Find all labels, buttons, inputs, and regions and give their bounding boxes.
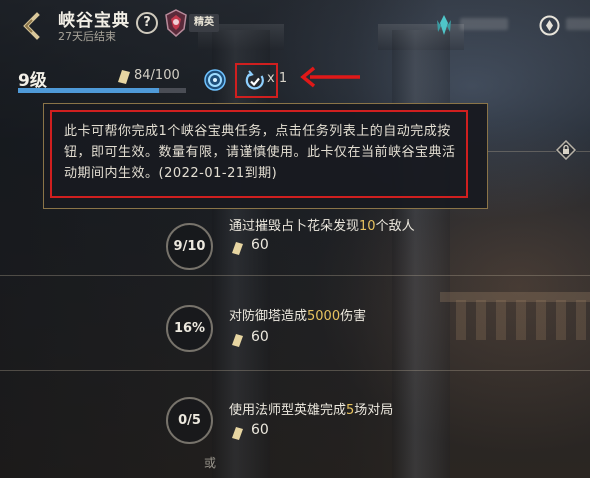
header-bar: 峡谷宝典 27天后结束 ? 精英 (0, 0, 590, 52)
task-description: 对防御塔造成5000伤害 (229, 309, 367, 324)
xp-token-icon (232, 332, 243, 347)
divider (488, 151, 556, 152)
task-reward: 60 (251, 329, 269, 345)
task-progress-ring: 0/5 (166, 397, 213, 444)
or-separator: 或 (204, 456, 217, 470)
divider (576, 151, 590, 152)
coin-icon (539, 15, 560, 36)
auto-complete-card-icon (244, 70, 266, 92)
buff-icon[interactable] (204, 69, 226, 91)
level-progress-bar (18, 88, 186, 93)
task-reward: 60 (251, 237, 269, 253)
level-progress-fill (18, 88, 160, 93)
page-subtitle: 27天后结束 (58, 30, 116, 43)
task-row[interactable]: 9/10 通过摧毁占卜花朵发现10个敌人 60 (0, 210, 590, 300)
rank-emblem-icon (164, 9, 188, 37)
xp-token-icon (118, 69, 130, 84)
red-arrow-icon (300, 66, 362, 88)
xp-token-icon (232, 240, 243, 255)
task-progress-ring: 9/10 (166, 223, 213, 270)
task-reward: 60 (251, 422, 269, 438)
tooltip-text: 此卡可帮你完成1个峡谷宝典任务，点击任务列表上的自动完成按钮，即可生效。数量有限… (64, 124, 456, 181)
rank-label: 精英 (189, 14, 219, 32)
task-row[interactable]: 0/5 使用法师型英雄完成5场对局 60 (0, 397, 590, 478)
task-row[interactable]: 16% 对防御塔造成5000伤害 60 (0, 302, 590, 392)
xp-progress-text: 84/100 (134, 68, 180, 83)
xp-token-icon (232, 425, 243, 440)
card-count: x 1 (267, 71, 288, 86)
crystal-icon (434, 14, 454, 36)
task-description: 使用法师型英雄完成5场对局 (229, 403, 394, 418)
coin-balance-obscured (566, 18, 590, 30)
task-progress-ring: 16% (166, 305, 213, 352)
task-description: 通过摧毁占卜花朵发现10个敌人 (229, 219, 415, 234)
question-icon[interactable]: ? (136, 12, 158, 34)
lock-icon[interactable] (555, 139, 577, 161)
crystal-balance-obscured (460, 18, 508, 30)
back-arrow-icon[interactable] (18, 12, 46, 40)
